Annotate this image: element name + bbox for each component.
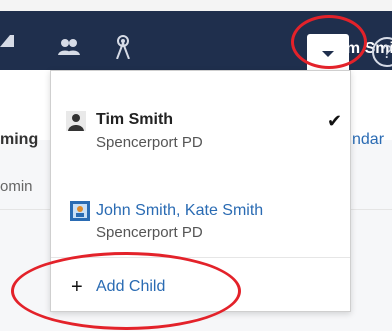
broadcast-icon[interactable] (111, 33, 135, 59)
dropdown-item-john-kate[interactable]: John Smith, Kate Smith Spencerport PD (51, 191, 350, 246)
selected-check-icon: ✔ (327, 111, 343, 131)
left-heading-fragment: ming (0, 131, 39, 148)
top-strip (0, 0, 392, 11)
person-avatar-icon (66, 111, 86, 131)
top-navbar: Tim Smith ? (0, 11, 392, 74)
plus-icon: + (71, 276, 83, 298)
user-dropdown-menu: Tim Smith Spencerport PD ✔ John Smith, K… (50, 70, 351, 312)
family-avatar-icon (70, 201, 90, 221)
right-link-fragment[interactable]: ndar (352, 131, 384, 149)
child-school: Spencerport PD (96, 224, 203, 241)
child-school: Spencerport PD (96, 134, 203, 151)
people-icon[interactable] (57, 37, 81, 55)
dropdown-item-tim-smith[interactable]: Tim Smith Spencerport PD ✔ (51, 95, 350, 155)
add-child-label: Add Child (96, 278, 166, 295)
inbox-icon[interactable] (0, 33, 18, 49)
add-child-button[interactable]: + Add Child (51, 272, 350, 302)
chevron-down-icon (322, 51, 334, 57)
child-name: John Smith, Kate Smith (96, 202, 264, 219)
dropdown-divider (51, 257, 350, 258)
child-name: Tim Smith (96, 111, 174, 128)
user-dropdown-toggle[interactable] (307, 34, 349, 74)
left-sub-fragment: omin (0, 178, 33, 195)
